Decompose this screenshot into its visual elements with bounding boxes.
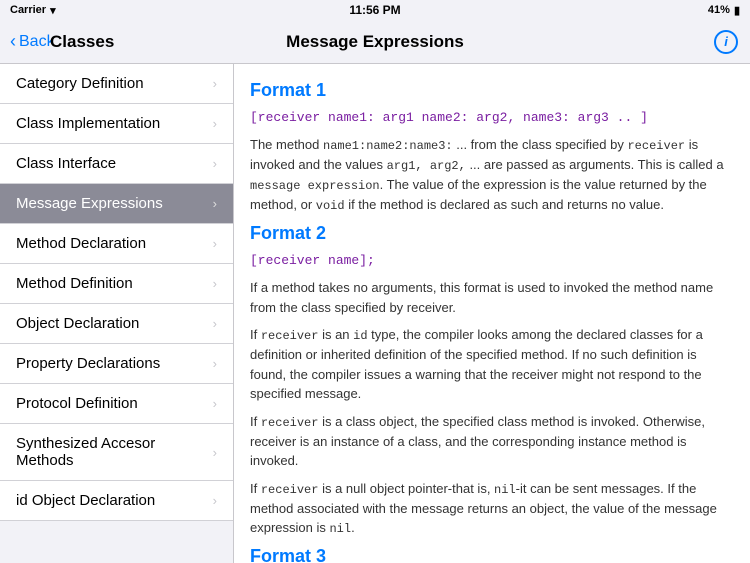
format1-section: Format 1 [receiver name1: arg1 name2: ar…	[250, 80, 734, 215]
content-area[interactable]: Format 1 [receiver name1: arg1 name2: ar…	[234, 64, 750, 563]
sidebar-item-label: Class Implementation	[16, 115, 160, 132]
format3-section: Format 3 receiver.property This calls th…	[250, 546, 734, 563]
carrier-label: Carrier	[10, 4, 46, 16]
main-container: Category Definition › Class Implementati…	[0, 64, 750, 563]
sidebar-item-category-definition[interactable]: Category Definition ›	[0, 64, 233, 104]
chevron-icon: ›	[213, 236, 217, 251]
format1-paragraph: The method name1:name2:name3: ... from t…	[250, 135, 734, 215]
sidebar-item-class-interface[interactable]: Class Interface ›	[0, 144, 233, 184]
sidebar-item-label: Method Declaration	[16, 235, 146, 252]
format3-heading: Format 3	[250, 546, 734, 563]
sidebar-item-property-declarations[interactable]: Property Declarations ›	[0, 344, 233, 384]
sidebar-item-method-definition[interactable]: Method Definition ›	[0, 264, 233, 304]
format2-p2: If receiver is an id type, the compiler …	[250, 325, 734, 404]
chevron-icon: ›	[213, 316, 217, 331]
sidebar: Category Definition › Class Implementati…	[0, 64, 234, 563]
nav-center-title: Message Expressions	[235, 32, 515, 52]
format1-code: [receiver name1: arg1 name2: arg2, name3…	[250, 109, 734, 127]
chevron-icon: ›	[213, 396, 217, 411]
format2-p3: If receiver is a class object, the speci…	[250, 412, 734, 471]
chevron-icon: ›	[213, 156, 217, 171]
info-button[interactable]: i	[714, 30, 738, 54]
sidebar-item-method-declaration[interactable]: Method Declaration ›	[0, 224, 233, 264]
format2-p1: If a method takes no arguments, this for…	[250, 278, 734, 317]
format2-code: [receiver name];	[250, 252, 734, 270]
sidebar-item-class-implementation[interactable]: Class Implementation ›	[0, 104, 233, 144]
sidebar-item-label: Protocol Definition	[16, 395, 138, 412]
chevron-icon: ›	[213, 493, 217, 508]
chevron-icon: ›	[213, 276, 217, 291]
battery-icon: ▮	[734, 4, 740, 17]
sidebar-item-label: Property Declarations	[16, 355, 160, 372]
chevron-icon: ›	[213, 356, 217, 371]
chevron-icon: ›	[213, 196, 217, 211]
format2-heading: Format 2	[250, 223, 734, 244]
nav-left-title: Classes	[50, 32, 114, 52]
battery-label: 41%	[708, 4, 730, 16]
chevron-icon: ›	[213, 76, 217, 91]
sidebar-item-label: Class Interface	[16, 155, 116, 172]
sidebar-item-protocol-definition[interactable]: Protocol Definition ›	[0, 384, 233, 424]
status-left: Carrier ▾	[10, 4, 56, 17]
format1-heading: Format 1	[250, 80, 734, 101]
format2-section: Format 2 [receiver name]; If a method ta…	[250, 223, 734, 538]
sidebar-item-label: Synthesized Accesor Methods	[16, 435, 213, 469]
sidebar-item-label: Category Definition	[16, 75, 144, 92]
sidebar-item-id-object-declaration[interactable]: id Object Declaration ›	[0, 481, 233, 521]
sidebar-item-synthesized-accesor-methods[interactable]: Synthesized Accesor Methods ›	[0, 424, 233, 481]
chevron-icon: ›	[213, 116, 217, 131]
back-arrow-icon: ‹	[10, 31, 16, 52]
sidebar-item-message-expressions[interactable]: Message Expressions ›	[0, 184, 233, 224]
format2-p4: If receiver is a null object pointer-tha…	[250, 479, 734, 539]
wifi-icon: ▾	[50, 4, 56, 17]
chevron-icon: ›	[213, 445, 217, 460]
sidebar-item-label: Message Expressions	[16, 195, 163, 212]
status-right: 41% ▮	[708, 4, 740, 17]
sidebar-item-object-declaration[interactable]: Object Declaration ›	[0, 304, 233, 344]
sidebar-item-label: id Object Declaration	[16, 492, 155, 509]
sidebar-item-label: Method Definition	[16, 275, 133, 292]
status-time: 11:56 PM	[349, 3, 400, 17]
status-bar: Carrier ▾ 11:56 PM 41% ▮	[0, 0, 750, 20]
nav-bar: ‹ Back Classes Message Expressions i	[0, 20, 750, 64]
sidebar-item-label: Object Declaration	[16, 315, 139, 332]
